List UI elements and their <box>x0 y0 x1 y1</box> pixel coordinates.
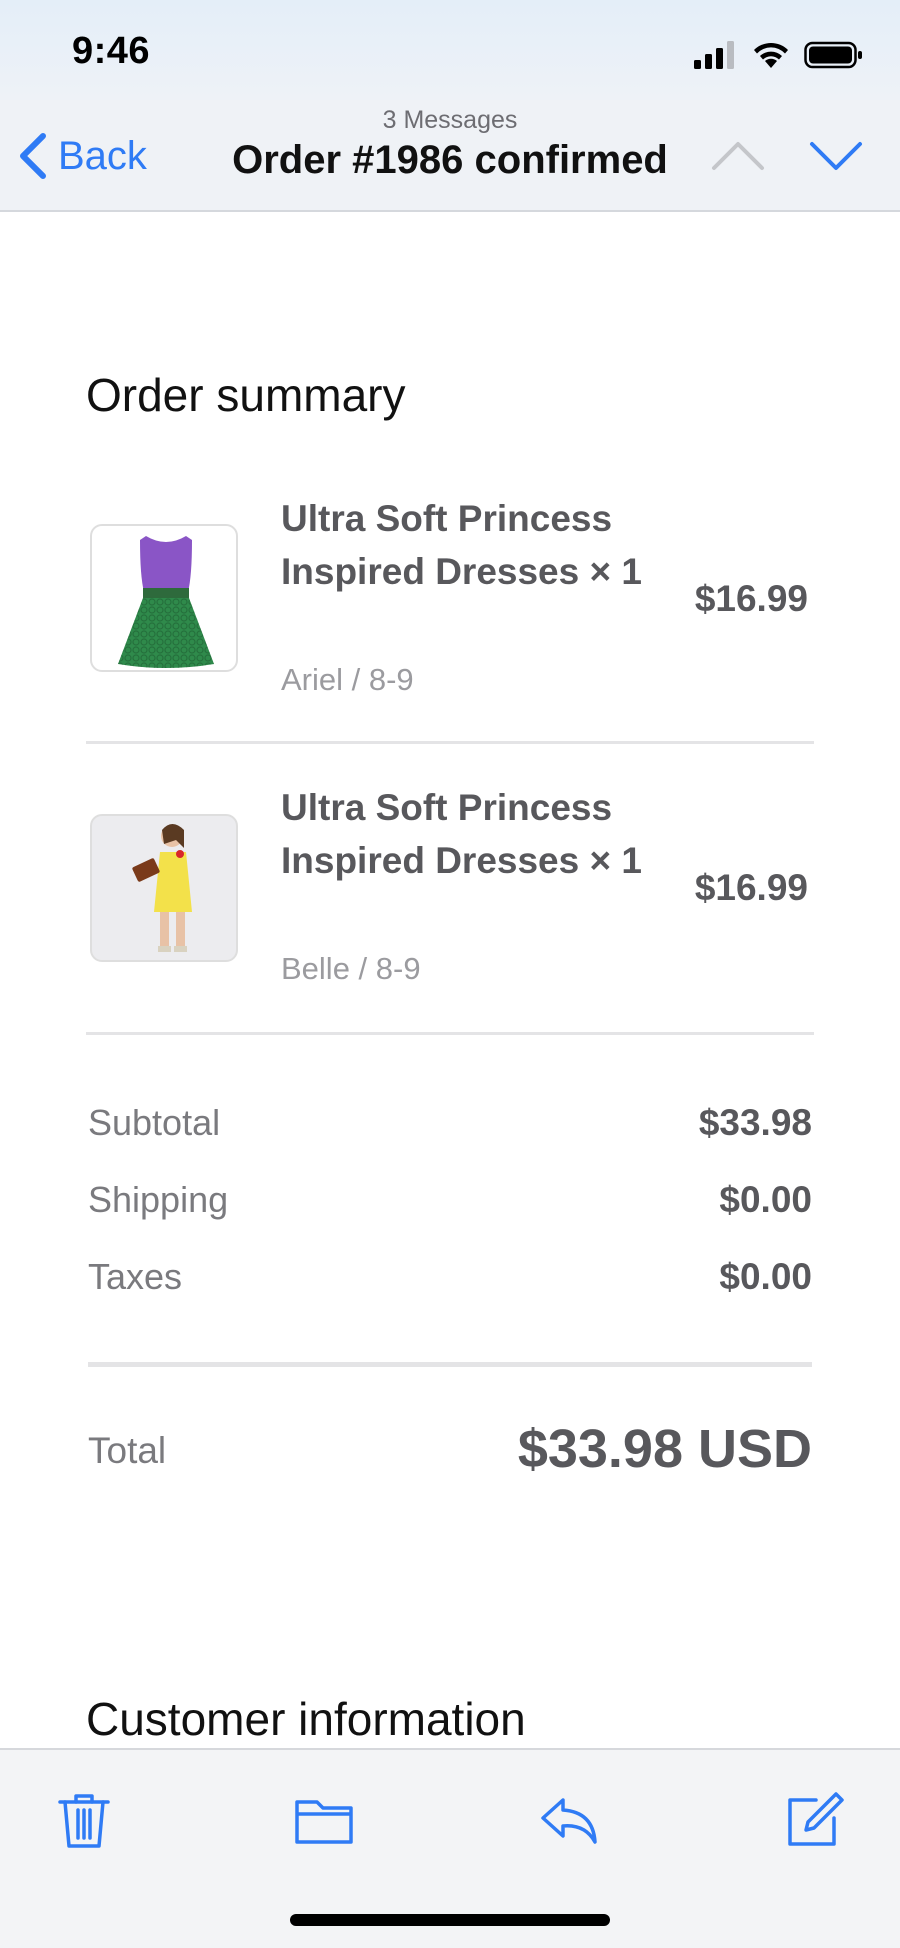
order-summary-heading: Order summary <box>86 369 406 421</box>
navigation-bar: 3 Messages Order #1986 confirmed Back <box>0 100 900 212</box>
order-item: Ultra Soft Princess Inspired Dresses × 1… <box>86 492 814 722</box>
cost-label: Shipping <box>88 1179 229 1220</box>
chevron-up-icon <box>712 142 764 170</box>
chevron-left-icon <box>20 133 46 179</box>
status-bar: 9:46 <box>0 0 900 100</box>
mail-message-screen: 9:46 3 Messages Order #1986 confirmed Ba… <box>0 0 900 1948</box>
divider <box>88 1362 812 1367</box>
item-variant: Belle / 8-9 <box>281 951 421 986</box>
item-price: $16.99 <box>694 867 808 908</box>
back-label: Back <box>58 133 147 178</box>
product-image-belle <box>90 814 238 962</box>
chevron-down-icon <box>810 142 862 170</box>
wifi-icon <box>754 42 788 68</box>
folder-icon[interactable] <box>293 1788 357 1852</box>
status-time: 9:46 <box>72 30 151 72</box>
divider <box>86 741 814 744</box>
shipping-row: Shipping $0.00 <box>88 1179 812 1229</box>
cost-value: $0.00 <box>719 1179 812 1220</box>
item-name: Ultra Soft Princess Inspired Dresses × 1 <box>281 498 642 592</box>
cellular-signal-icon <box>694 41 734 69</box>
next-message-button[interactable] <box>808 132 864 180</box>
total-label: Total <box>88 1430 167 1471</box>
product-image-ariel <box>90 524 238 672</box>
ariel-dress-image <box>118 536 214 668</box>
cost-value: $0.00 <box>719 1256 812 1297</box>
cost-value: $33.98 <box>698 1102 812 1143</box>
item-variant: Ariel / 8-9 <box>281 662 414 697</box>
customer-information-heading: Customer information <box>86 1693 526 1745</box>
order-item: Ultra Soft Princess Inspired Dresses × 1… <box>86 781 814 1011</box>
cost-label: Taxes <box>88 1256 183 1297</box>
back-button[interactable]: Back <box>18 130 147 182</box>
status-icons <box>694 40 864 70</box>
home-indicator[interactable] <box>290 1914 610 1926</box>
battery-icon <box>804 41 862 69</box>
item-name: Ultra Soft Princess Inspired Dresses × 1 <box>281 787 642 881</box>
reply-icon[interactable] <box>537 1788 601 1852</box>
subtotal-row: Subtotal $33.98 <box>88 1102 812 1152</box>
divider <box>86 1032 814 1035</box>
item-price: $16.99 <box>694 578 808 619</box>
taxes-row: Taxes $0.00 <box>88 1256 812 1306</box>
compose-icon[interactable] <box>782 1788 846 1852</box>
total-value: $33.98 USD <box>517 1419 812 1479</box>
trash-icon[interactable] <box>52 1788 116 1852</box>
cost-label: Subtotal <box>88 1102 221 1143</box>
belle-dress-image <box>132 824 192 952</box>
previous-message-button[interactable] <box>710 132 766 180</box>
